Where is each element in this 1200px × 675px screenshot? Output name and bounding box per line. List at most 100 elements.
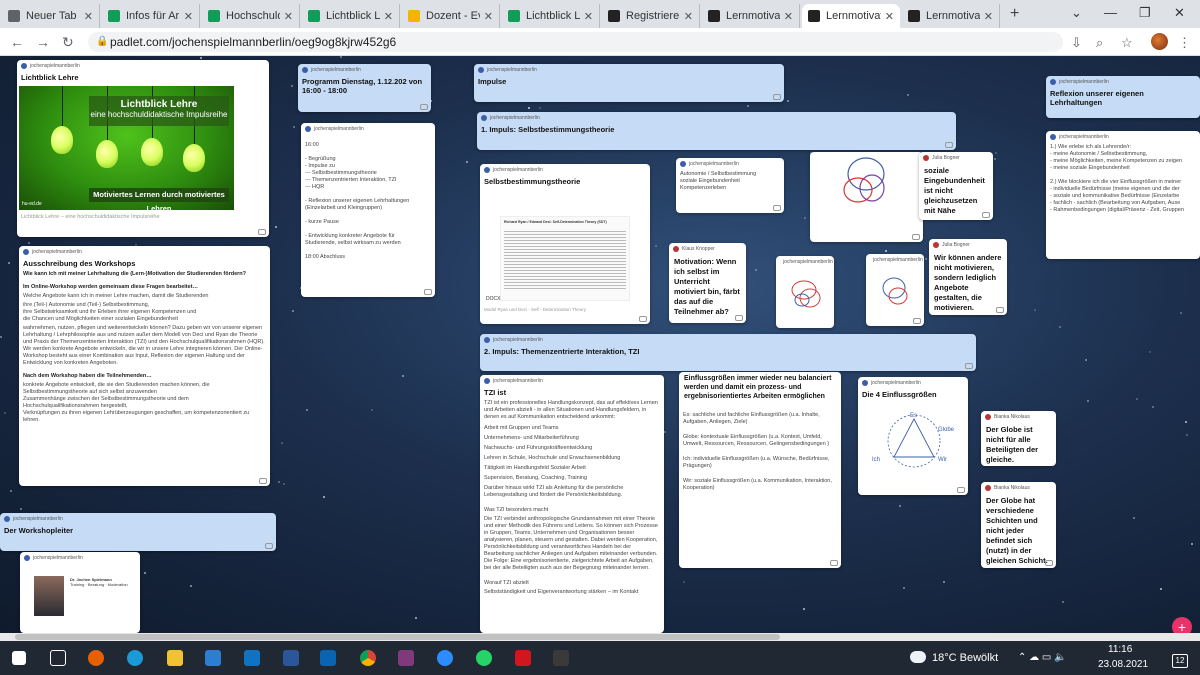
comment-icon[interactable] bbox=[945, 142, 953, 148]
clock-time[interactable]: 11:16 bbox=[1108, 644, 1132, 655]
comment-icon[interactable] bbox=[773, 205, 781, 211]
tab-search-icon[interactable]: ⌄ bbox=[1071, 5, 1082, 21]
mail-icon[interactable] bbox=[244, 650, 260, 666]
zoom-app-icon[interactable] bbox=[437, 650, 453, 666]
comment-icon[interactable] bbox=[259, 478, 267, 484]
outlook-icon[interactable] bbox=[320, 650, 336, 666]
tab-close-icon[interactable]: ✕ bbox=[384, 10, 393, 23]
card-impuls-2[interactable]: jochenspielmannberlin 2. Impuls: Themenz… bbox=[480, 334, 976, 371]
back-icon[interactable]: ← bbox=[10, 34, 24, 50]
comment-icon[interactable] bbox=[265, 543, 273, 549]
bookmark-star-icon[interactable]: ☆ bbox=[1121, 35, 1133, 51]
minimize-icon[interactable]: — bbox=[1104, 5, 1117, 20]
browser-tab[interactable]: Hochschuld ✕ bbox=[202, 4, 300, 28]
card-sketch-circles[interactable] bbox=[810, 152, 923, 242]
card-ausschreibung[interactable]: jochenspielmannberlin Ausschreibung des … bbox=[19, 246, 270, 486]
comment-icon[interactable] bbox=[957, 487, 965, 493]
address-bar[interactable]: 🔒 padlet.com/jochenspielmannberlin/oeg9o… bbox=[88, 32, 1063, 52]
comment-icon[interactable] bbox=[1045, 560, 1053, 566]
card-sketch-small-2[interactable]: jochenspielmannberlin bbox=[866, 254, 924, 326]
card-einflussgroessen-text[interactable]: Einflussgrößen immer wieder neu balancie… bbox=[679, 372, 841, 568]
store-icon[interactable] bbox=[205, 650, 221, 666]
acrobat-icon[interactable] bbox=[515, 650, 531, 666]
add-post-button[interactable]: + bbox=[1172, 617, 1192, 633]
tab-close-icon[interactable]: ✕ bbox=[84, 10, 93, 23]
comment-icon[interactable] bbox=[830, 560, 838, 566]
comment-icon[interactable] bbox=[735, 315, 743, 321]
comment-icon[interactable] bbox=[913, 318, 921, 324]
card-sketch-small-1[interactable]: jochenspielmannberlin bbox=[776, 256, 834, 328]
install-icon[interactable]: ⇩ bbox=[1071, 35, 1082, 51]
comment-icon[interactable] bbox=[639, 316, 647, 322]
file-explorer-icon[interactable] bbox=[167, 650, 183, 666]
card-programm-detail[interactable]: jochenspielmannberlin 16:00 - Begrüßung -… bbox=[301, 123, 435, 297]
tab-close-icon[interactable]: ✕ bbox=[184, 10, 193, 23]
card-reflexion-detail[interactable]: jochenspielmannberlin 1.) Wie erlebe ich… bbox=[1046, 131, 1200, 259]
zoom-icon[interactable]: ⌕ bbox=[1096, 35, 1103, 51]
weather-text[interactable]: 18°C Bewölkt bbox=[932, 652, 998, 664]
card-selbstbestimmungstheorie[interactable]: jochenspielmannberlin Selbstbestimmungst… bbox=[480, 164, 650, 324]
task-view-icon[interactable] bbox=[50, 650, 66, 666]
browser-tab[interactable]: Lernmotivat ✕ bbox=[802, 4, 900, 28]
weather-icon[interactable] bbox=[910, 651, 926, 663]
comment-icon[interactable] bbox=[996, 307, 1004, 313]
comment-icon[interactable] bbox=[982, 212, 990, 218]
word-icon[interactable] bbox=[283, 650, 299, 666]
profile-avatar[interactable] bbox=[1151, 33, 1168, 50]
card-julia-sozial[interactable]: Julia Bogner soziale Eingebundenheit ist… bbox=[919, 152, 993, 220]
browser-tab[interactable]: Lernmotivat ✕ bbox=[702, 4, 800, 28]
comment-icon[interactable] bbox=[258, 229, 266, 235]
padlet-canvas[interactable]: jochenspielmannberlin Lichtblick Lehre L… bbox=[0, 56, 1200, 633]
card-impulse[interactable]: jochenspielmannberlin Impulse bbox=[474, 64, 784, 102]
card-klaus-knopper[interactable]: Klaus Knopper Motivation: Wenn ich selbs… bbox=[669, 243, 746, 323]
card-impuls-1[interactable]: jochenspielmannberlin 1. Impuls: Selbstb… bbox=[477, 112, 956, 150]
card-tzi[interactable]: jochenspielmannberlin TZI ist TZI ist ei… bbox=[480, 375, 664, 633]
chrome-icon[interactable] bbox=[360, 650, 376, 666]
card-trainer-photo[interactable]: jochenspielmannberlin Dr. Jochen Spielma… bbox=[20, 552, 140, 633]
card-reflexion[interactable]: jochenspielmannberlin Reflexion unserer … bbox=[1046, 76, 1200, 118]
forward-icon[interactable]: → bbox=[36, 34, 50, 50]
browser-tab[interactable]: Infos für Ar ✕ bbox=[102, 4, 200, 28]
menu-icon[interactable]: ⋮ bbox=[1178, 35, 1191, 51]
card-lichtblick[interactable]: jochenspielmannberlin Lichtblick Lehre L… bbox=[17, 60, 269, 237]
notification-center-icon[interactable]: 12 bbox=[1172, 654, 1188, 668]
onenote-icon[interactable] bbox=[398, 650, 414, 666]
notepad-icon[interactable] bbox=[553, 650, 569, 666]
browser-tab[interactable]: Registriere ✕ bbox=[602, 4, 700, 28]
close-window-icon[interactable]: ✕ bbox=[1174, 5, 1185, 21]
browser-tab[interactable]: Lichtblick Le ✕ bbox=[502, 4, 600, 28]
browser-tab[interactable]: Lernmotivat ✕ bbox=[902, 4, 1000, 28]
comment-icon[interactable] bbox=[912, 234, 920, 240]
new-tab-button[interactable]: + bbox=[1010, 5, 1019, 23]
comment-icon[interactable] bbox=[773, 94, 781, 100]
tab-close-icon[interactable]: ✕ bbox=[684, 10, 693, 23]
card-workshopleiter[interactable]: jochenspielmannberlin Der Workshopleiter bbox=[0, 513, 276, 551]
comment-icon[interactable] bbox=[965, 363, 973, 369]
reload-icon[interactable]: ↻ bbox=[62, 34, 74, 51]
card-4-einflussgroessen[interactable]: jochenspielmannberlin Die 4 Einflussgröß… bbox=[858, 377, 968, 495]
card-programm[interactable]: jochenspielmannberlin Programm Dienstag,… bbox=[298, 64, 431, 112]
comment-icon[interactable] bbox=[424, 289, 432, 295]
comment-icon[interactable] bbox=[420, 104, 428, 110]
card-bianka-1[interactable]: Bianka Nikolaus Der Globe ist nicht für … bbox=[981, 411, 1056, 466]
tab-close-icon[interactable]: ✕ bbox=[885, 10, 894, 23]
tab-close-icon[interactable]: ✕ bbox=[784, 10, 793, 23]
firefox-icon[interactable] bbox=[88, 650, 104, 666]
card-julia-wir[interactable]: Julia Bogner Wir können andere nicht mot… bbox=[929, 239, 1007, 315]
horizontal-scrollbar[interactable] bbox=[0, 633, 1200, 641]
windows-start-icon[interactable] bbox=[12, 651, 26, 665]
tab-close-icon[interactable]: ✕ bbox=[984, 10, 993, 23]
tab-close-icon[interactable]: ✕ bbox=[584, 10, 593, 23]
browser-tab[interactable]: Neuer Tab ✕ bbox=[2, 4, 100, 28]
browser-tab[interactable]: Dozent - Ev ✕ bbox=[402, 4, 500, 28]
browser-tab[interactable]: Lichtblick Le ✕ bbox=[302, 4, 400, 28]
card-bianka-2[interactable]: Bianka Nikolaus Der Globe hat verschiede… bbox=[981, 482, 1056, 568]
edge-icon[interactable] bbox=[127, 650, 143, 666]
maximize-icon[interactable]: ❐ bbox=[1139, 5, 1151, 21]
tray-icons[interactable]: ⌃ ☁ ▭ 🔈 bbox=[1018, 652, 1067, 663]
whatsapp-icon[interactable] bbox=[476, 650, 492, 666]
tab-close-icon[interactable]: ✕ bbox=[284, 10, 293, 23]
card-autonomie[interactable]: jochenspielmannberlin Autonomie / Selbst… bbox=[676, 158, 784, 213]
tab-close-icon[interactable]: ✕ bbox=[484, 10, 493, 23]
clock-date[interactable]: 23.08.2021 bbox=[1098, 659, 1148, 670]
